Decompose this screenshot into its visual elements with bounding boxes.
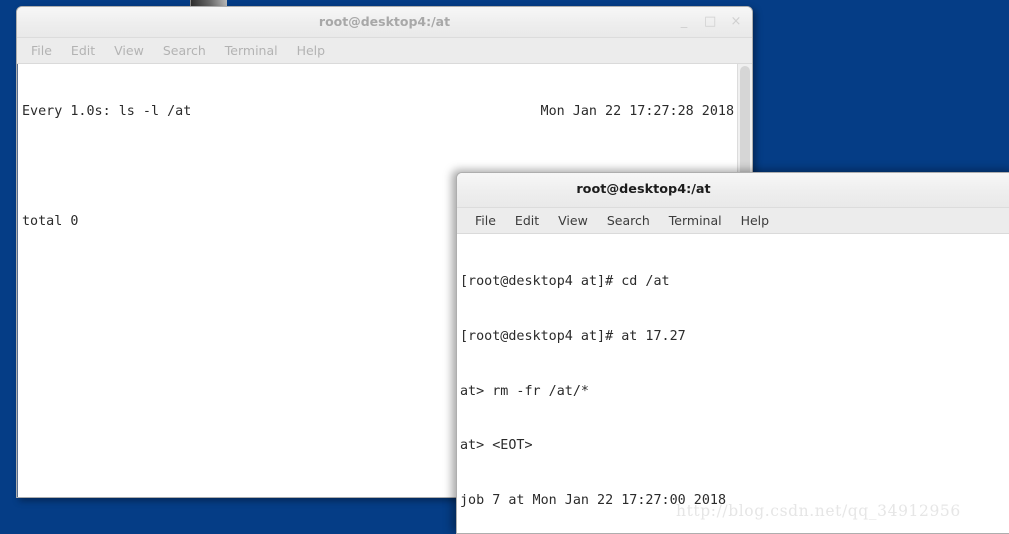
titlebar-window-1[interactable]: root@desktop4:/at _ □ ×: [17, 7, 752, 38]
menubar-window-2: File Edit View Search Terminal Help: [457, 208, 1009, 234]
menu-item-terminal[interactable]: Terminal: [225, 43, 278, 58]
terminal-line: [root@desktop4 at]# cd /at: [460, 274, 670, 290]
menu-item-search[interactable]: Search: [163, 43, 206, 58]
titlebar-window-2[interactable]: root@desktop4:/at: [457, 173, 1009, 208]
terminal-body-2[interactable]: [root@desktop4 at]# cd /at [root@desktop…: [457, 234, 1009, 533]
menu-item-edit[interactable]: Edit: [515, 213, 539, 228]
menu-item-terminal[interactable]: Terminal: [669, 213, 722, 228]
window-controls-1: _ □ ×: [678, 7, 742, 37]
watch-command: Every 1.0s: ls -l /at: [22, 104, 192, 120]
watch-timestamp: Mon Jan 22 17:27:28 2018: [540, 104, 734, 120]
terminal-output-2: [root@desktop4 at]# cd /at [root@desktop…: [457, 234, 1009, 533]
terminal-line: at> <EOT>: [460, 438, 533, 454]
minimize-icon[interactable]: _: [678, 15, 690, 28]
menu-item-search[interactable]: Search: [607, 213, 650, 228]
menu-item-file[interactable]: File: [31, 43, 52, 58]
terminal-line: [root@desktop4 at]# at 17.27: [460, 329, 686, 344]
terminal-line: at> rm -fr /at/*: [460, 383, 589, 399]
menubar-window-1: File Edit View Search Terminal Help: [17, 38, 752, 64]
terminal-window-shell[interactable]: root@desktop4:/at File Edit View Search …: [456, 172, 1009, 534]
menu-item-file[interactable]: File: [475, 213, 496, 228]
menu-item-edit[interactable]: Edit: [71, 43, 95, 58]
menu-item-view[interactable]: View: [558, 213, 588, 228]
watch-header-line: Every 1.0s: ls -l /at Mon Jan 22 17:27:28…: [22, 103, 734, 121]
menu-item-view[interactable]: View: [114, 43, 144, 58]
maximize-icon[interactable]: □: [704, 15, 716, 28]
window-title-1: root@desktop4:/at: [318, 14, 451, 29]
menu-item-help[interactable]: Help: [741, 213, 770, 228]
menu-item-help[interactable]: Help: [297, 43, 326, 58]
watermark-text: http://blog.csdn.net/qq_34912956: [676, 502, 961, 520]
window-title-2: root@desktop4:/at: [576, 182, 711, 197]
close-icon[interactable]: ×: [730, 15, 742, 28]
